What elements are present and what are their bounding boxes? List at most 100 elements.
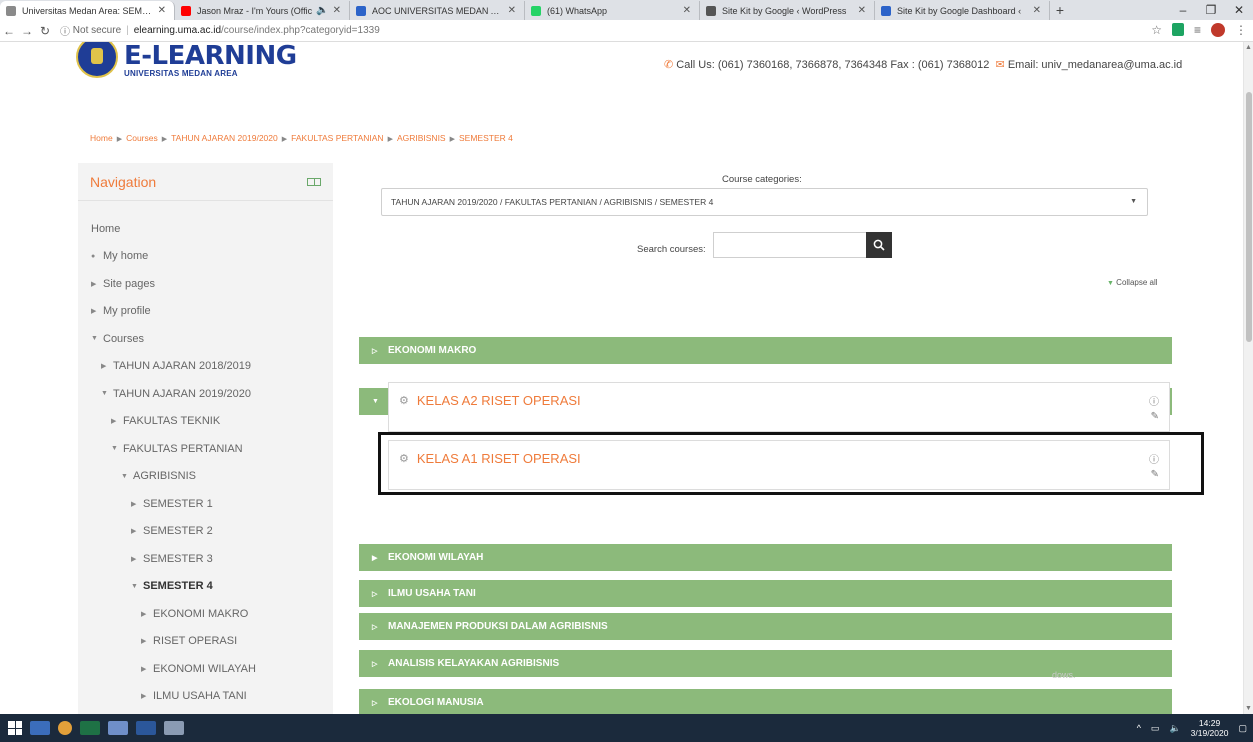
browser-tab[interactable]: Jason Mraz - I'm Yours (Offic 🔈 ✕ [175,1,350,20]
nav-item-label: SEMESTER 1 [143,497,213,510]
tab-close-icon[interactable]: ✕ [508,5,516,16]
nav-tree-item[interactable]: ▶ RISET OPERASI [78,628,333,656]
browser-tab[interactable]: Universitas Medan Area: SEMEST ✕ [0,1,175,20]
category-bar[interactable]: ▷ EKOLOGI MANUSIA [359,689,1172,714]
breadcrumb-item[interactable]: Courses [126,133,158,143]
tab-favicon-icon [531,6,541,16]
scroll-up-icon[interactable]: ▲ [1245,44,1252,51]
browser-tab[interactable]: Site Kit by Google ‹ WordPress ✕ [700,1,875,20]
tab-close-icon[interactable]: ✕ [1033,5,1041,16]
nav-tree-item[interactable]: ▶ SEMESTER 3 [78,545,333,573]
nav-tree-item[interactable]: ● My home [78,243,333,271]
course-link[interactable]: ⚙ KELAS A2 RISET OPERASI [399,393,581,408]
nav-tree-item[interactable]: ▶ EKONOMI MAKRO [78,600,333,628]
nav-tree-item[interactable]: ▼ AGRIBISNIS [78,463,333,491]
course-edit-icon[interactable]: ✎ [1151,411,1159,422]
nav-tree-item[interactable]: ▶ Site pages [78,270,333,298]
breadcrumb-item[interactable]: Home [90,133,113,143]
nav-item-label: My profile [103,305,151,318]
menu-dots-icon[interactable]: ⋮ [1235,23,1247,37]
bookmark-star-icon[interactable]: ☆ [1151,23,1162,37]
minimize-button[interactable]: – [1169,0,1197,20]
info-icon[interactable]: ⓘ [60,23,73,38]
nav-tree-item[interactable]: Home [78,215,333,243]
page-scrollbar[interactable]: ▲ ▼ [1243,42,1253,714]
reading-list-icon[interactable]: ≡ [1194,23,1201,37]
back-button[interactable]: ← [0,24,18,38]
tab-favicon-icon [6,6,16,16]
nav-tree-item[interactable]: ▶ EKONOMI WILAYAH [78,655,333,683]
nav-tree-item[interactable]: ▶ FAKULTAS TEKNIK [78,408,333,436]
maximize-button[interactable]: ❐ [1197,0,1225,20]
tab-close-icon[interactable]: ✕ [333,5,341,16]
course-title: KELAS A2 RISET OPERASI [416,393,581,408]
app-icon[interactable] [108,721,128,735]
tab-audio-icon[interactable]: 🔈 [316,5,328,16]
navigation-title: Navigation [90,173,157,190]
tray-chevron-icon[interactable]: ^ [1137,723,1141,733]
nav-tree-item[interactable]: ▼ Courses [78,325,333,353]
category-bar[interactable]: ▷ ANALISIS KELAYAKAN AGRIBISNIS [359,650,1172,677]
browser-tab[interactable]: (61) WhatsApp ✕ [525,1,700,20]
chevron-down-icon: ▼ [1130,198,1137,205]
category-bar[interactable]: ▷ EKONOMI MAKRO [359,337,1172,364]
nav-tree-item[interactable]: ▶ TAHUN AJARAN 2018/2019 [78,353,333,381]
network-icon[interactable]: ▭ [1151,723,1160,734]
collapse-all-link[interactable]: ▼ Collapse all [1107,278,1158,287]
scroll-down-icon[interactable]: ▼ [1245,705,1252,712]
category-bar[interactable]: ▷ ILMU USAHA TANI [359,580,1172,607]
nav-tree-item[interactable]: ▶ SEMESTER 1 [78,490,333,518]
breadcrumb-item[interactable]: SEMESTER 4 [459,133,513,143]
category-bar[interactable]: ▷ MANAJEMEN PRODUKSI DALAM AGRIBISNIS [359,613,1172,640]
search-courses-input[interactable] [713,232,867,258]
nav-item-label: My home [103,250,149,263]
tab-close-icon[interactable]: ✕ [858,5,866,16]
profile-avatar[interactable] [1211,23,1225,37]
nav-item-label: AGRIBISNIS [133,470,196,483]
new-tab-button[interactable]: + [1050,1,1070,20]
paint-icon[interactable] [164,721,184,735]
chrome-icon[interactable] [58,721,72,735]
tab-close-icon[interactable]: ✕ [158,5,166,16]
word-icon[interactable] [136,721,156,735]
search-button[interactable] [866,232,892,258]
close-window-button[interactable]: ✕ [1225,0,1253,20]
notification-icon[interactable]: ▢ [1238,723,1247,734]
file-explorer-icon[interactable] [30,721,50,735]
scrollbar-thumb[interactable] [1246,92,1252,342]
breadcrumb-item[interactable]: AGRIBISNIS [397,133,446,143]
system-clock[interactable]: 14:29 3/19/2020 [1191,718,1229,738]
forward-button[interactable]: → [18,24,36,38]
browser-tab[interactable]: AOC UNIVERSITAS MEDAN ARE ✕ [350,1,525,20]
nav-tree-item[interactable]: ▼ SEMESTER 4 [78,573,333,601]
browser-tab[interactable]: Site Kit by Google Dashboard ‹ ✕ [875,1,1050,20]
email-icon: ✉ [992,59,1005,71]
site-logo[interactable]: E-LEARNING UNIVERSITAS MEDAN AREA [76,42,297,78]
nav-tree-item[interactable]: ▼ FAKULTAS PERTANIAN [78,435,333,463]
nav-tree-item[interactable]: ▶ My profile [78,298,333,326]
tab-list: Universitas Medan Area: SEMEST ✕ Jason Mra… [0,1,1050,20]
nav-tree-item[interactable]: ▼ TAHUN AJARAN 2019/2020 [78,380,333,408]
breadcrumb-separator-icon: ▶ [387,136,393,143]
excel-icon[interactable] [80,721,100,735]
windows-start-icon[interactable] [8,721,22,735]
category-bar[interactable]: ▶ EKONOMI WILAYAH [359,544,1172,571]
tab-close-icon[interactable]: ✕ [683,5,691,16]
course-info-icon[interactable]: ⓘ [1149,393,1159,408]
categories-label: Course categories: [722,174,802,185]
breadcrumb-item[interactable]: FAKULTAS PERTANIAN [291,133,383,143]
logo-title: E-LEARNING [124,42,297,71]
call-text: Call Us: (061) 7360168, 7366878, 7364348… [676,59,990,71]
nav-tree-item[interactable]: ▶ SEMESTER 2 [78,518,333,546]
extension-icon[interactable] [1171,23,1184,36]
reload-button[interactable]: ↻ [36,24,54,38]
category-select[interactable]: TAHUN AJARAN 2019/2020 / FAKULTAS PERTAN… [381,188,1148,216]
nav-tree-item[interactable]: ▶ ILMU USAHA TANI [78,683,333,711]
email-text[interactable]: Email: univ_medanarea@uma.ac.id [1008,59,1182,71]
url-field[interactable]: ⓘ Not secure | elearning.uma.ac.id /cour… [60,23,380,38]
category-toggle-icon: ▷ [372,699,378,707]
breadcrumb-item[interactable]: TAHUN AJARAN 2019/2020 [171,133,278,143]
volume-icon[interactable]: 🔈 [1169,723,1180,734]
dock-block-icon[interactable] [307,177,321,186]
url-path: /course/index.php?categoryid=1339 [221,25,380,36]
